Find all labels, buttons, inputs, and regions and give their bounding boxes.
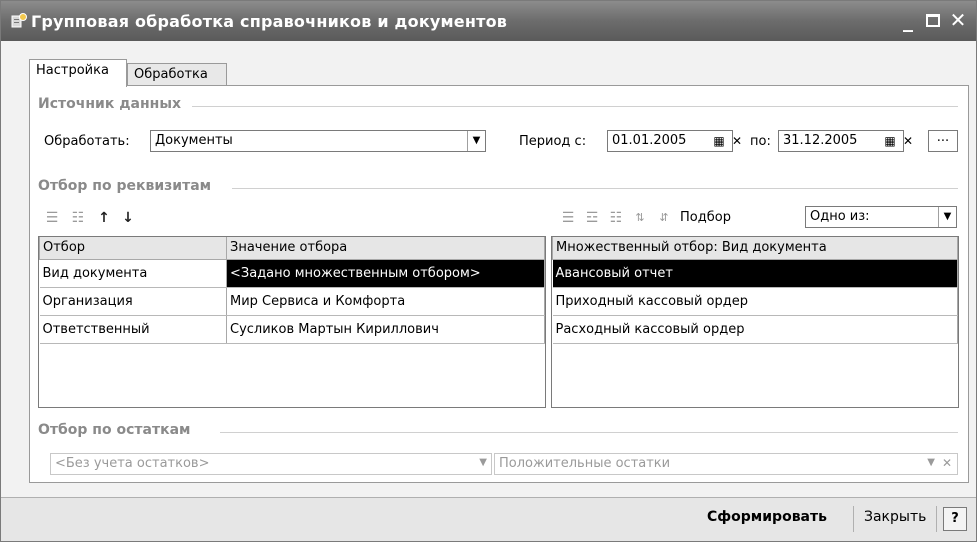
button-separator xyxy=(936,506,937,532)
balance-mode-select[interactable]: <Без учета остатков> ▼ xyxy=(50,453,492,475)
settings-panel: Источник данных Обработать: Документы ▼ … xyxy=(29,85,969,483)
sort-asc-icon[interactable]: ⇅ xyxy=(630,208,650,228)
process-select[interactable]: Документы ▼ xyxy=(150,130,486,152)
chevron-down-icon[interactable]: ▼ xyxy=(479,457,487,468)
period-to-value: 31.12.2005 xyxy=(783,133,858,148)
close-window-button[interactable]: ✕ xyxy=(947,9,969,31)
list-item[interactable]: Расходный кассовый ордер xyxy=(552,315,958,344)
process-label: Обработать: xyxy=(44,134,130,149)
close-button[interactable]: Закрыть xyxy=(864,509,926,525)
period-to-label: по: xyxy=(750,134,771,149)
sort-desc-icon[interactable]: ⇵ xyxy=(654,208,674,228)
process-value: Документы xyxy=(155,133,233,148)
source-section-title: Источник данных xyxy=(38,96,182,112)
multi-value-cell[interactable]: Расходный кассовый ордер xyxy=(552,315,958,344)
minimize-button[interactable]: _ xyxy=(897,9,919,31)
balances-section-title: Отбор по остаткам xyxy=(38,422,191,438)
multi-value-cell[interactable]: Приходный кассовый ордер xyxy=(552,287,958,316)
app-icon xyxy=(11,13,27,28)
section-divider xyxy=(232,188,958,189)
delete-row-icon[interactable]: ☷ xyxy=(68,208,88,228)
footer-bar: Сформировать Закрыть ? xyxy=(1,497,976,541)
column-header[interactable]: Отбор xyxy=(39,237,227,260)
pick-label: Подбор xyxy=(680,210,731,225)
chevron-down-icon[interactable]: ▼ xyxy=(927,457,935,468)
calendar-icon[interactable]: ▦ xyxy=(710,131,728,151)
column-header[interactable]: Значение отбора xyxy=(226,237,545,260)
tab-settings[interactable]: Настройка xyxy=(29,59,127,87)
dialog-window: Групповая обработка справочников и докум… xyxy=(0,0,977,542)
filter-value-cell[interactable]: Сусликов Мартын Кириллович xyxy=(226,315,545,344)
delete-row-icon[interactable]: ☷ xyxy=(606,208,626,228)
list-item[interactable]: Авансовый отчет xyxy=(552,259,958,288)
filter-value-cell[interactable]: Мир Сервиса и Комфорта xyxy=(226,287,545,316)
calendar-icon[interactable]: ▦ xyxy=(881,131,899,151)
generate-button[interactable]: Сформировать xyxy=(707,509,827,525)
multi-filter-table[interactable]: Множественный отбор: Вид документа Аванс… xyxy=(551,236,959,408)
table-row[interactable]: Ответственный Сусликов Мартын Кириллович xyxy=(39,315,545,344)
add-row-icon[interactable]: ☰ xyxy=(42,208,62,228)
column-header[interactable]: Множественный отбор: Вид документа xyxy=(552,237,958,260)
button-separator xyxy=(853,506,854,532)
balance-mode-value: <Без учета остатков> xyxy=(55,456,210,471)
copy-row-icon[interactable]: ☲ xyxy=(582,208,602,228)
multi-value-cell[interactable]: Авансовый отчет xyxy=(552,259,958,288)
table-row[interactable]: Организация Мир Сервиса и Комфорта xyxy=(39,287,545,316)
window-title: Групповая обработка справочников и докум… xyxy=(31,12,508,31)
period-from-label: Период с: xyxy=(519,134,587,149)
help-button[interactable]: ? xyxy=(943,507,967,531)
tab-processing[interactable]: Обработка xyxy=(127,63,227,85)
section-divider xyxy=(192,106,958,107)
add-row-icon[interactable]: ☰ xyxy=(558,208,578,228)
table-row[interactable]: Вид документа <Задано множественным отбо… xyxy=(39,259,545,288)
balance-type-value: Положительные остатки xyxy=(499,456,671,471)
chevron-down-icon[interactable]: ▼ xyxy=(938,207,956,227)
section-divider xyxy=(220,432,958,433)
ellipsis-icon: ... xyxy=(936,130,950,145)
title-bar[interactable]: Групповая обработка справочников и докум… xyxy=(1,1,976,41)
list-item[interactable]: Приходный кассовый ордер xyxy=(552,287,958,316)
filter-name-cell[interactable]: Ответственный xyxy=(39,315,227,344)
clear-icon[interactable]: ✕ xyxy=(942,456,952,470)
filter-table[interactable]: Отбор Значение отбора Вид документа <Зад… xyxy=(38,236,546,408)
filter-name-cell[interactable]: Организация xyxy=(39,287,227,316)
move-down-icon[interactable]: ↓ xyxy=(118,208,138,228)
period-from-value: 01.01.2005 xyxy=(612,133,687,148)
period-select-button[interactable]: ... xyxy=(928,130,958,152)
filter-name-cell[interactable]: Вид документа xyxy=(39,259,227,288)
move-up-icon[interactable]: ↑ xyxy=(94,208,114,228)
chevron-down-icon[interactable]: ▼ xyxy=(467,131,485,151)
pick-mode-value: Одно из: xyxy=(810,209,870,224)
pick-mode-select[interactable]: Одно из: ▼ xyxy=(805,206,957,228)
balance-type-select[interactable]: Положительные остатки ▼ ✕ xyxy=(494,453,958,475)
maximize-icon xyxy=(926,14,940,27)
maximize-button[interactable] xyxy=(922,9,944,31)
clear-icon[interactable]: ✕ xyxy=(728,131,746,151)
filter-section-title: Отбор по реквизитам xyxy=(38,178,212,194)
clear-icon[interactable]: ✕ xyxy=(899,131,917,151)
filter-value-cell[interactable]: <Задано множественным отбором> xyxy=(226,259,545,288)
